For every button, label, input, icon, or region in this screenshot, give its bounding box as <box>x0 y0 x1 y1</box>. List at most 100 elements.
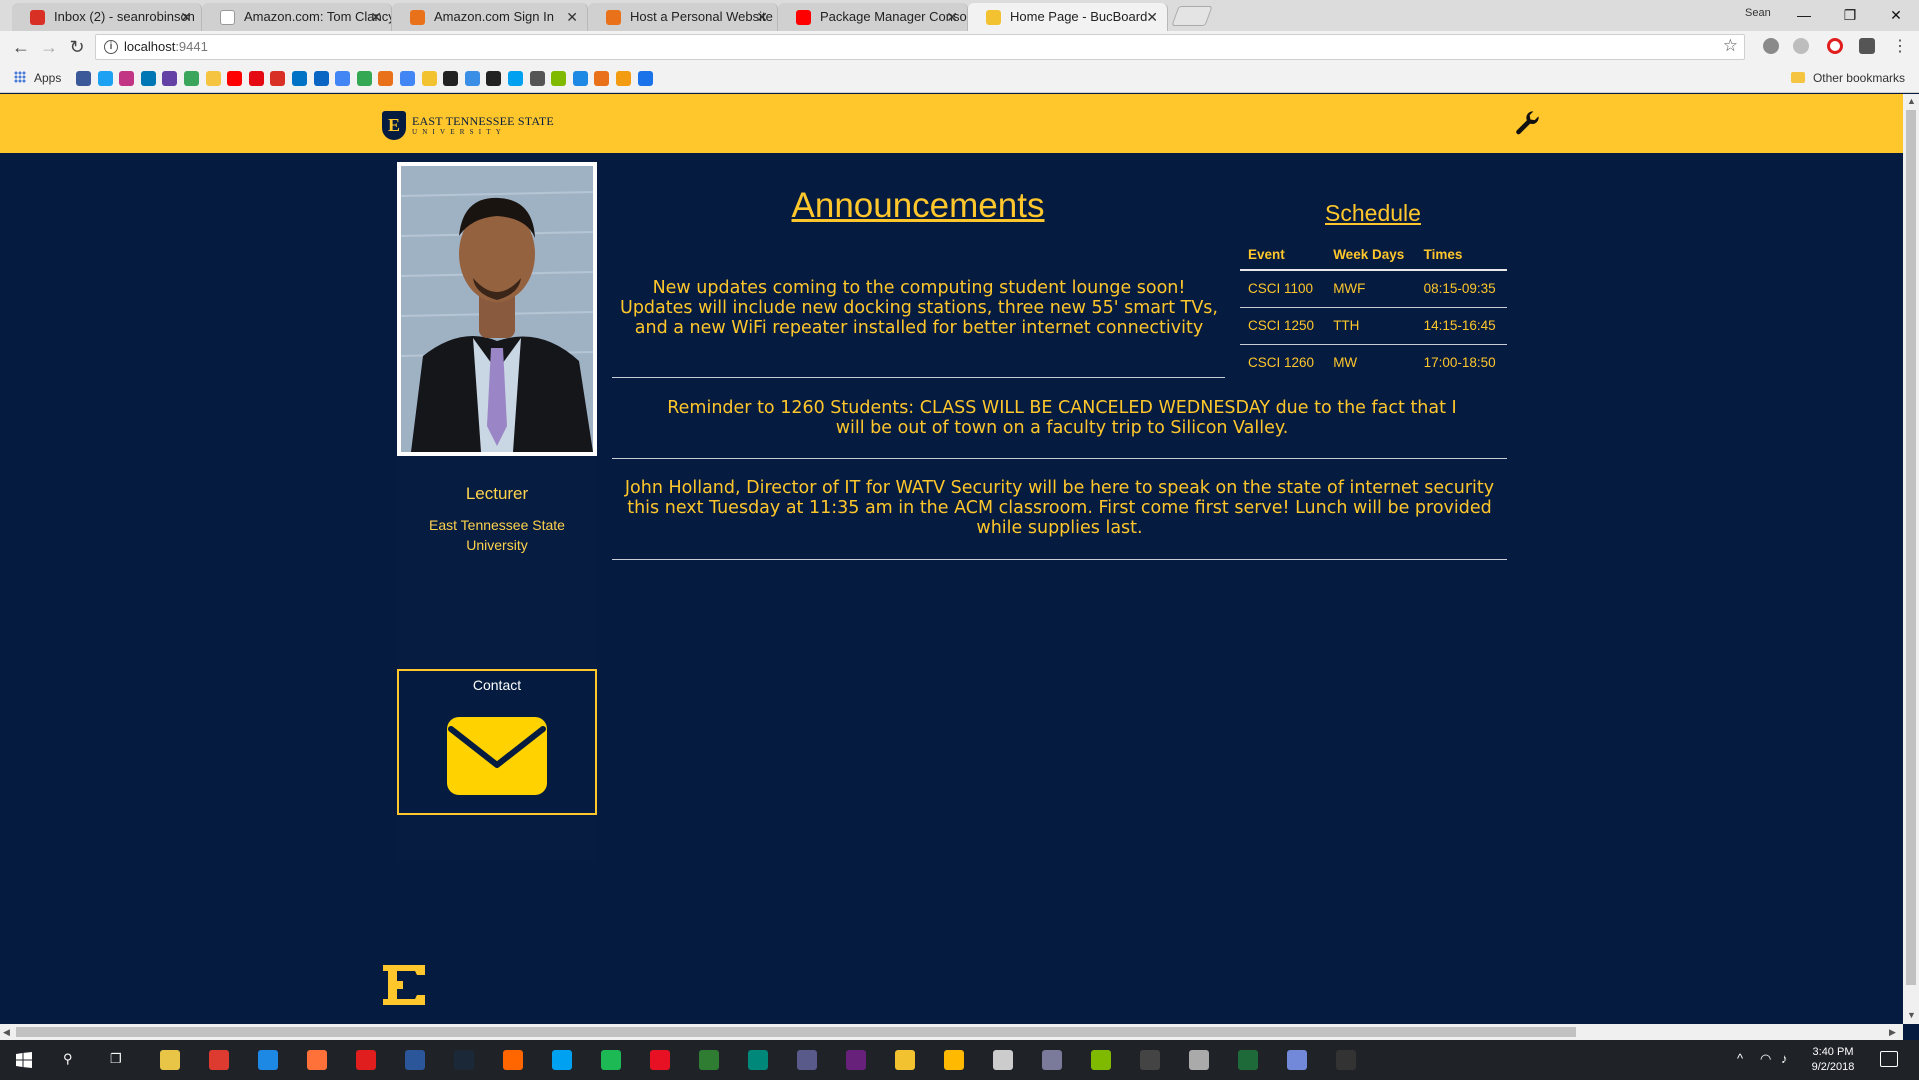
vertical-scrollbar[interactable]: ▲ ▼ <box>1903 94 1919 1024</box>
taskbar-app-icon[interactable] <box>650 1050 670 1070</box>
bookmark-favicon-icon[interactable] <box>378 71 394 86</box>
taskbar-app-icon[interactable] <box>356 1050 376 1070</box>
taskbar-app-icon[interactable] <box>1189 1050 1209 1070</box>
taskbar-app-icon[interactable] <box>307 1050 327 1070</box>
bookmark-favicon-icon[interactable] <box>335 71 351 86</box>
scroll-down-icon[interactable]: ▼ <box>1907 1010 1916 1020</box>
bookmark-favicon-icon[interactable] <box>486 71 502 86</box>
bookmark-favicon-icon[interactable] <box>421 71 437 86</box>
bookmark-favicon-icon[interactable] <box>594 71 610 86</box>
taskbar-app-icon[interactable] <box>944 1050 964 1070</box>
wrench-icon[interactable] <box>1513 110 1541 138</box>
bookmark-favicon-icon[interactable] <box>616 71 631 86</box>
taskbar-app-icon[interactable] <box>503 1050 523 1070</box>
task-view-icon[interactable]: ❐ <box>110 1051 122 1067</box>
bookmark-favicon-icon[interactable] <box>572 71 588 86</box>
taskbar-clock[interactable]: 3:40 PM 9/2/2018 <box>1797 1045 1869 1075</box>
minimize-button[interactable]: — <box>1782 2 1826 28</box>
bookmark-favicon-icon[interactable] <box>248 71 264 86</box>
taskbar-app-icon[interactable] <box>258 1050 278 1070</box>
taskbar-app-icon[interactable] <box>699 1050 719 1070</box>
taskbar-app-icon[interactable] <box>1336 1050 1356 1070</box>
scrollbar-thumb[interactable] <box>16 1027 1576 1037</box>
new-tab-button[interactable] <box>1171 6 1213 26</box>
contact-button[interactable]: Contact <box>397 669 597 815</box>
bookmark-favicon-icon[interactable] <box>400 71 415 86</box>
address-bar[interactable]: i localhost:9441 ☆ <box>95 34 1745 60</box>
bookmark-favicon-icon[interactable] <box>443 71 459 86</box>
chevron-up-icon[interactable]: ^ <box>1737 1051 1743 1066</box>
taskbar-app-icon[interactable] <box>405 1050 425 1070</box>
badge-extension-icon[interactable] <box>1859 38 1875 54</box>
bookmark-favicon-icon[interactable] <box>205 71 221 86</box>
bookmark-favicon-icon[interactable] <box>97 71 113 86</box>
close-window-button[interactable]: ✕ <box>1874 2 1918 28</box>
scrollbar-thumb[interactable] <box>1906 110 1916 985</box>
search-icon[interactable]: ⚲ <box>63 1051 73 1067</box>
bookmark-favicon-icon[interactable] <box>637 71 653 86</box>
bookmark-favicon-icon[interactable] <box>464 71 480 86</box>
notifications-icon[interactable] <box>1880 1051 1898 1067</box>
taskbar-app-icon[interactable] <box>748 1050 768 1070</box>
etsu-e-footer-logo[interactable] <box>381 963 427 1007</box>
browser-tab-package-manager[interactable]: Package Manager Conso ✕ <box>778 3 968 31</box>
taskbar-app-icon[interactable] <box>797 1050 817 1070</box>
close-tab-icon[interactable]: ✕ <box>946 3 958 31</box>
taskbar-app-icon[interactable] <box>993 1050 1013 1070</box>
back-arrow-icon[interactable]: ← <box>9 35 33 59</box>
taskbar-app-icon[interactable] <box>895 1050 915 1070</box>
circle-extension-icon[interactable] <box>1793 38 1809 54</box>
browser-tab-bucboard[interactable]: Home Page - BucBoard ✕ <box>968 3 1168 31</box>
bookmark-favicon-icon[interactable] <box>184 71 199 86</box>
taskbar-app-icon[interactable] <box>209 1050 229 1070</box>
close-tab-icon[interactable]: ✕ <box>1146 3 1158 31</box>
forward-arrow-icon[interactable]: → <box>37 35 61 59</box>
close-tab-icon[interactable]: ✕ <box>756 3 768 31</box>
bookmark-favicon-icon[interactable] <box>508 71 523 86</box>
browser-tab-amazon-signin[interactable]: Amazon.com Sign In ✕ <box>392 3 588 31</box>
taskbar-app-icon[interactable] <box>1287 1050 1307 1070</box>
taskbar-app-icon[interactable] <box>601 1050 621 1070</box>
close-tab-icon[interactable]: ✕ <box>180 3 192 31</box>
taskbar-app-icon[interactable] <box>160 1050 180 1070</box>
etsu-logo[interactable]: E EAST TENNESSEE STATE UNIVERSITY <box>382 110 554 140</box>
bookmark-star-icon[interactable]: ☆ <box>1723 36 1738 56</box>
taskbar-app-icon[interactable] <box>846 1050 866 1070</box>
bookmark-favicon-icon[interactable] <box>270 71 286 86</box>
taskbar-app-icon[interactable] <box>552 1050 572 1070</box>
browser-tab-gmail[interactable]: Inbox (2) - seanrobinson ✕ <box>12 3 202 31</box>
bookmark-favicon-icon[interactable] <box>313 71 329 86</box>
menu-kebab-icon[interactable]: ⋮ <box>1888 35 1912 59</box>
taskbar-app-icon[interactable] <box>1140 1050 1160 1070</box>
close-tab-icon[interactable]: ✕ <box>566 3 578 31</box>
bookmark-favicon-icon[interactable] <box>292 71 307 86</box>
bookmark-favicon-icon[interactable] <box>140 71 156 86</box>
bookmark-favicon-icon[interactable] <box>76 71 91 86</box>
close-tab-icon[interactable]: ✕ <box>370 3 382 31</box>
bookmark-favicon-icon[interactable] <box>529 71 545 86</box>
other-bookmarks-folder[interactable]: Other bookmarks <box>1790 71 1905 85</box>
taskbar-app-icon[interactable] <box>1042 1050 1062 1070</box>
bookmark-favicon-icon[interactable] <box>227 71 243 86</box>
bookmark-favicon-icon[interactable] <box>162 71 178 86</box>
scroll-right-icon[interactable]: ▶ <box>1889 1027 1896 1038</box>
taskbar-app-icon[interactable] <box>1091 1050 1111 1070</box>
scroll-up-icon[interactable]: ▲ <box>1907 96 1916 106</box>
apps-shortcut[interactable]: Apps <box>14 71 61 85</box>
browser-tab-host-website[interactable]: Host a Personal Website ✕ <box>588 3 778 31</box>
taskbar-app-icon[interactable] <box>454 1050 474 1070</box>
scroll-left-icon[interactable]: ◀ <box>3 1027 10 1038</box>
taskbar-app-icon[interactable] <box>1238 1050 1258 1070</box>
volume-icon[interactable]: ♪ <box>1781 1051 1788 1066</box>
bookmark-favicon-icon[interactable] <box>551 71 567 86</box>
profile-name[interactable]: Sean <box>1745 7 1771 19</box>
maximize-button[interactable]: ❐ <box>1828 2 1872 28</box>
browser-tab-amazon-tom-clancy[interactable]: Amazon.com: Tom Clancy ✕ <box>202 3 392 31</box>
windows-start-icon[interactable] <box>16 1052 32 1068</box>
bookmark-favicon-icon[interactable] <box>356 71 372 86</box>
opera-extension-icon[interactable] <box>1827 38 1843 54</box>
info-icon[interactable]: i <box>104 40 118 54</box>
horizontal-scrollbar[interactable]: ◀ ▶ <box>0 1024 1903 1040</box>
wifi-icon[interactable]: ◠ <box>1760 1051 1771 1067</box>
reload-icon[interactable]: ↻ <box>65 35 89 59</box>
